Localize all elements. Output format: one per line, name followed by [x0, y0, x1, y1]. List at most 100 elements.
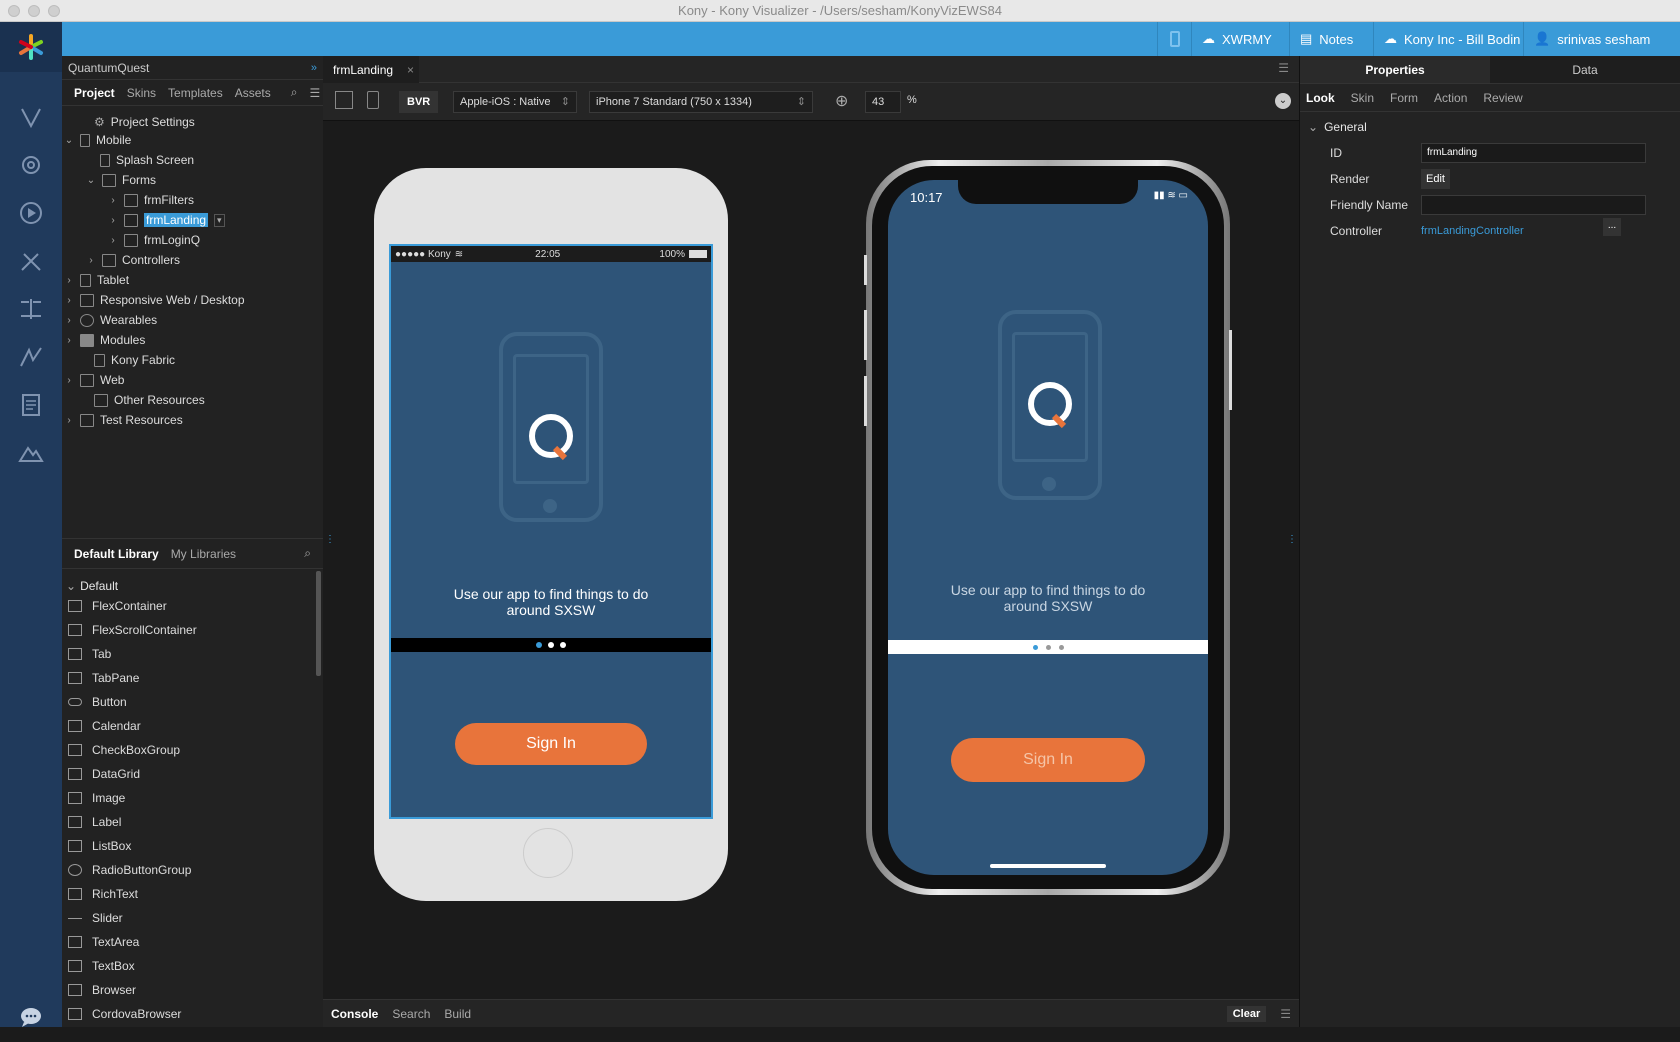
design-view-icon[interactable]: [0, 92, 62, 142]
subtab-form[interactable]: Form: [1390, 91, 1418, 105]
tab-default-library[interactable]: Default Library: [68, 547, 165, 561]
library-item[interactable]: TextBox: [68, 955, 135, 977]
analytics-icon[interactable]: [0, 332, 62, 382]
chevron-right-icon[interactable]: ›: [64, 315, 74, 326]
tab-search[interactable]: Search: [392, 1007, 430, 1021]
menu-icon[interactable]: ☰: [1280, 1007, 1291, 1021]
dropdown-arrow-icon[interactable]: ▾: [214, 213, 225, 227]
friendly-name-field[interactable]: [1421, 195, 1646, 215]
zoom-icon[interactable]: ⊕: [835, 91, 848, 111]
library-item[interactable]: Label: [68, 811, 121, 833]
sign-in-button[interactable]: Sign In: [455, 723, 647, 765]
clear-console-button[interactable]: Clear: [1226, 1005, 1267, 1022]
tree-item-frmloginq[interactable]: › frmLoginQ: [108, 230, 200, 250]
device-select[interactable]: iPhone 7 Standard (750 x 1334) ⇕: [589, 91, 813, 113]
tab-templates[interactable]: Templates: [162, 86, 229, 100]
options-dropdown-icon[interactable]: ⌄: [1275, 93, 1291, 109]
mountain-icon[interactable]: [0, 428, 62, 478]
tab-my-libraries[interactable]: My Libraries: [165, 547, 242, 561]
chevron-right-icon[interactable]: ›: [108, 235, 118, 246]
library-group-default[interactable]: ⌄ Default: [66, 579, 118, 593]
tree-item-kony-fabric[interactable]: Kony Fabric: [78, 350, 175, 370]
subtab-look[interactable]: Look: [1306, 91, 1335, 105]
library-item[interactable]: Button: [68, 691, 127, 713]
tab-properties[interactable]: Properties: [1300, 56, 1490, 83]
tree-item-wearables[interactable]: › Wearables: [64, 310, 157, 330]
user-account-button[interactable]: 👤 srinivas sesham: [1523, 22, 1660, 56]
library-item[interactable]: Browser: [68, 979, 136, 1001]
tab-frmlanding[interactable]: frmLanding ×: [323, 56, 419, 83]
fabric-account-button[interactable]: ☁ Kony Inc - Bill Bodin: [1373, 22, 1530, 56]
platform-select[interactable]: Apple-iOS : Native ⇕: [453, 91, 577, 113]
render-edit-button[interactable]: Edit: [1421, 169, 1450, 189]
chevron-right-icon[interactable]: ›: [64, 415, 74, 426]
tree-item-responsive-web[interactable]: › Responsive Web / Desktop: [64, 290, 244, 310]
tree-item-web[interactable]: › Web: [64, 370, 124, 390]
menu-icon[interactable]: ☰: [1278, 61, 1289, 75]
device-preview-button[interactable]: [1157, 22, 1191, 56]
close-tab-icon[interactable]: ×: [407, 63, 414, 77]
device-orientation-icon[interactable]: [367, 91, 379, 109]
library-item[interactable]: CordovaBrowser: [68, 1003, 181, 1025]
library-item[interactable]: TabPane: [68, 667, 139, 689]
library-item[interactable]: DataGrid: [68, 763, 140, 785]
id-field[interactable]: frmLanding: [1421, 143, 1646, 163]
tree-item-forms[interactable]: ⌄ Forms: [86, 170, 156, 190]
controller-more-button[interactable]: ...: [1603, 218, 1621, 236]
tab-data[interactable]: Data: [1490, 56, 1680, 83]
cloud-account-button[interactable]: ☁ XWRMY: [1191, 22, 1282, 56]
minimize-window-button[interactable]: [28, 5, 40, 17]
controller-link[interactable]: frmLandingController: [1421, 225, 1524, 237]
settings-gear-icon[interactable]: [0, 140, 62, 190]
chevron-right-icon[interactable]: ›: [108, 215, 118, 226]
library-item[interactable]: ListBox: [68, 835, 131, 857]
tree-item-modules[interactable]: › Modules: [64, 330, 145, 350]
tab-skins[interactable]: Skins: [121, 86, 162, 100]
chevron-down-icon[interactable]: ⌄: [64, 135, 74, 146]
chevron-right-icon[interactable]: ›: [108, 195, 118, 206]
library-item[interactable]: Tab: [68, 643, 111, 665]
notes-button[interactable]: ▤ Notes: [1289, 22, 1363, 56]
search-icon[interactable]: ⌕: [285, 85, 304, 100]
chevron-down-icon[interactable]: ⌄: [86, 175, 96, 186]
library-item[interactable]: FlexScrollContainer: [68, 619, 197, 641]
right-splitter-handle[interactable]: ⋮: [1287, 534, 1297, 545]
search-icon[interactable]: ⌕: [298, 546, 317, 561]
pagination-bar[interactable]: [391, 638, 711, 652]
tree-item-frmlanding[interactable]: › frmLanding ▾: [108, 210, 225, 230]
zoom-input[interactable]: 43: [865, 91, 901, 113]
tab-project[interactable]: Project: [68, 86, 121, 100]
close-window-button[interactable]: [8, 5, 20, 17]
chevron-right-icon[interactable]: ›: [64, 335, 74, 346]
library-scrollbar[interactable]: [316, 571, 321, 676]
tab-console[interactable]: Console: [331, 1007, 378, 1021]
iphone7-screen[interactable]: ●●●●● Kony ≋ 22:05 100% Use our app to f…: [389, 244, 713, 819]
tree-item-other-resources[interactable]: Other Resources: [78, 390, 205, 410]
tree-item-tablet[interactable]: › Tablet: [64, 270, 129, 290]
left-splitter-handle[interactable]: ⋮: [325, 534, 335, 545]
sign-in-button[interactable]: Sign In: [951, 738, 1145, 782]
section-general[interactable]: ⌄ General: [1308, 120, 1367, 134]
subtab-review[interactable]: Review: [1483, 91, 1522, 105]
tree-item-splash-screen[interactable]: Splash Screen: [100, 150, 194, 170]
chevron-right-icon[interactable]: ›: [64, 375, 74, 386]
document-icon[interactable]: [0, 380, 62, 430]
chevron-right-icon[interactable]: ›: [86, 255, 96, 266]
chevron-right-icon[interactable]: ›: [64, 275, 74, 286]
tree-item-test-resources[interactable]: › Test Resources: [64, 410, 182, 430]
library-item[interactable]: FlexContainer: [68, 595, 167, 617]
library-item[interactable]: RichText: [68, 883, 138, 905]
library-item[interactable]: Calendar: [68, 715, 141, 737]
subtab-skin[interactable]: Skin: [1351, 91, 1374, 105]
library-item[interactable]: RadioButtonGroup: [68, 859, 191, 881]
library-item[interactable]: TextArea: [68, 931, 139, 953]
tree-item-project-settings[interactable]: ⚙ Project Settings: [78, 112, 195, 132]
bvr-button[interactable]: BVR: [399, 91, 439, 113]
layout-icon[interactable]: [0, 284, 62, 334]
run-play-icon[interactable]: [0, 188, 62, 238]
zoom-window-button[interactable]: [48, 5, 60, 17]
collapse-chevrons-icon[interactable]: »: [311, 62, 317, 74]
tree-item-frmfilters[interactable]: › frmFilters: [108, 190, 194, 210]
library-item[interactable]: Image: [68, 787, 125, 809]
subtab-action[interactable]: Action: [1434, 91, 1467, 105]
